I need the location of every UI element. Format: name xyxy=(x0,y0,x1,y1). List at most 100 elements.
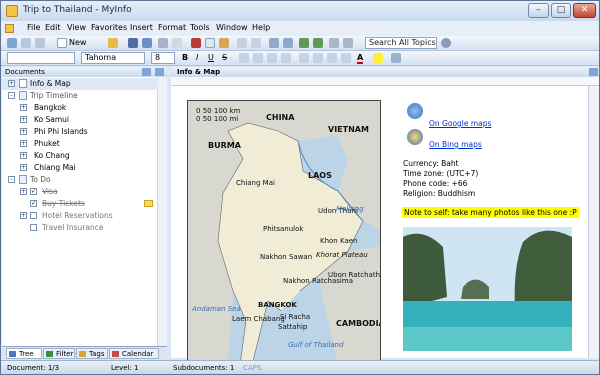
undo-icon[interactable] xyxy=(237,38,247,48)
redo-icon[interactable] xyxy=(251,38,261,48)
strikethrough-button[interactable]: S xyxy=(222,53,227,62)
tab-calendar[interactable]: Calendar xyxy=(109,348,159,359)
copy-icon[interactable] xyxy=(205,38,215,48)
indent-right-icon[interactable] xyxy=(313,38,323,48)
bold-button[interactable]: B xyxy=(182,53,188,62)
print-preview-icon[interactable] xyxy=(172,38,182,48)
thailand-map: 0 50 100 km 0 50 100 mi CHINA BURMA VIET… xyxy=(187,100,381,364)
style-select[interactable] xyxy=(7,52,75,64)
save-icon[interactable] xyxy=(128,38,138,48)
task-checkbox[interactable] xyxy=(30,212,37,219)
note-icon xyxy=(19,175,27,184)
map-scale-km: 0 50 100 km xyxy=(196,107,241,115)
font-select[interactable]: Tahoma xyxy=(81,52,145,64)
map-label-khorat-plateau: Khorat Plateau xyxy=(316,251,368,259)
expand-toggle[interactable]: + xyxy=(20,152,27,159)
search-icon[interactable] xyxy=(441,38,451,48)
expand-toggle[interactable]: + xyxy=(20,140,27,147)
map-scale-mi: 0 50 100 mi xyxy=(196,115,239,123)
forward-icon[interactable] xyxy=(21,38,31,48)
font-color-button[interactable]: A xyxy=(357,53,364,64)
navigate-forward-icon[interactable] xyxy=(343,38,353,48)
note-icon xyxy=(19,79,27,88)
expand-toggle[interactable]: + xyxy=(20,104,27,111)
font-size-select[interactable]: 8 xyxy=(151,52,175,64)
align-center-icon[interactable] xyxy=(253,53,263,63)
tree-item-info-map[interactable]: + Info & Map xyxy=(2,78,158,90)
task-checkbox[interactable] xyxy=(30,224,37,231)
map-city-ubon: Ubon Ratchathani xyxy=(328,271,381,279)
expand-toggle[interactable]: + xyxy=(20,212,27,219)
task-checkbox[interactable]: ✓ xyxy=(30,188,37,195)
new-button[interactable]: New xyxy=(69,38,86,47)
menu-file[interactable]: File xyxy=(27,23,40,32)
tree-scrollbar[interactable] xyxy=(158,77,167,346)
save-all-icon[interactable] xyxy=(142,38,152,48)
expand-toggle[interactable]: + xyxy=(20,116,27,123)
expand-toggle[interactable]: + xyxy=(20,188,27,195)
document-title: Info & Map xyxy=(171,67,599,77)
tab-filter[interactable]: Filter xyxy=(43,348,75,359)
align-right-icon[interactable] xyxy=(267,53,277,63)
underline-button[interactable]: U xyxy=(208,53,214,62)
justify-icon[interactable] xyxy=(281,53,291,63)
menu-favorites[interactable]: Favorites xyxy=(91,23,127,32)
menu-help[interactable]: Help xyxy=(252,23,270,32)
map-city-laem-chabang: Laem Chabang xyxy=(232,315,285,323)
menu-tools[interactable]: Tools xyxy=(190,23,210,32)
decrease-indent-icon[interactable] xyxy=(327,53,337,63)
app-window: Trip to Thailand - MyInfo – □ ✕ File Edi… xyxy=(0,0,600,375)
menu-window[interactable]: Window xyxy=(216,23,248,32)
expand-toggle[interactable]: + xyxy=(20,164,27,171)
editor-options-icon[interactable] xyxy=(589,68,598,76)
close-button[interactable]: ✕ xyxy=(573,3,596,18)
numbered-list-icon[interactable] xyxy=(299,53,309,63)
bing-maps-icon[interactable] xyxy=(407,129,423,145)
task-checkbox[interactable]: ✓ xyxy=(30,200,37,207)
align-left-icon[interactable] xyxy=(239,53,249,63)
navigate-back-icon[interactable] xyxy=(329,38,339,48)
tab-tags[interactable]: Tags xyxy=(76,348,108,359)
tree-item-buy-tickets[interactable]: ✓ Buy Tickets xyxy=(2,198,158,210)
italic-button[interactable]: I xyxy=(196,53,198,62)
indent-left-icon[interactable] xyxy=(299,38,309,48)
collapse-toggle[interactable]: - xyxy=(8,176,15,183)
bullet-list-icon[interactable] xyxy=(313,53,323,63)
menu-insert[interactable]: Insert xyxy=(130,23,153,32)
menu-view[interactable]: View xyxy=(67,23,86,32)
tab-tree[interactable]: Tree xyxy=(6,348,42,359)
folder-icon xyxy=(144,200,153,207)
highlight-icon[interactable] xyxy=(373,53,383,63)
minimize-button[interactable]: – xyxy=(528,3,549,18)
format-options-icon[interactable] xyxy=(391,53,401,63)
back-icon[interactable] xyxy=(7,38,17,48)
search-input[interactable]: Search All Topics xyxy=(365,37,437,49)
doc-menu-icon[interactable] xyxy=(5,24,14,33)
expand-toggle[interactable]: + xyxy=(20,128,27,135)
new-document-icon[interactable] xyxy=(57,38,67,48)
google-maps-link[interactable]: On Google maps xyxy=(429,119,491,128)
pane-menu-icon[interactable] xyxy=(142,68,151,76)
maximize-button[interactable]: □ xyxy=(551,3,571,18)
paste-icon[interactable] xyxy=(219,38,229,48)
up-icon[interactable] xyxy=(35,38,45,48)
pane-close-icon[interactable] xyxy=(155,68,164,76)
editor-scrollbar[interactable] xyxy=(588,86,599,358)
note-icon xyxy=(19,91,27,100)
map-city-bangkok: BANGKOK xyxy=(258,301,297,309)
menu-edit[interactable]: Edit xyxy=(45,23,61,32)
bing-maps-link[interactable]: On Bing maps xyxy=(429,140,482,149)
move-down-icon[interactable] xyxy=(283,38,293,48)
tree-item-label: Buy Tickets xyxy=(42,199,85,208)
google-maps-icon[interactable] xyxy=(407,103,423,119)
print-icon[interactable] xyxy=(158,38,168,48)
menu-format[interactable]: Format xyxy=(158,23,186,32)
collapse-toggle[interactable]: - xyxy=(8,92,15,99)
open-folder-icon[interactable] xyxy=(108,38,118,48)
status-subdocuments: Subdocuments: 1 xyxy=(173,364,235,372)
increase-indent-icon[interactable] xyxy=(341,53,351,63)
move-up-icon[interactable] xyxy=(269,38,279,48)
window-title: Trip to Thailand - MyInfo xyxy=(23,5,132,15)
expand-toggle[interactable]: + xyxy=(8,80,15,87)
cut-icon[interactable] xyxy=(191,38,201,48)
